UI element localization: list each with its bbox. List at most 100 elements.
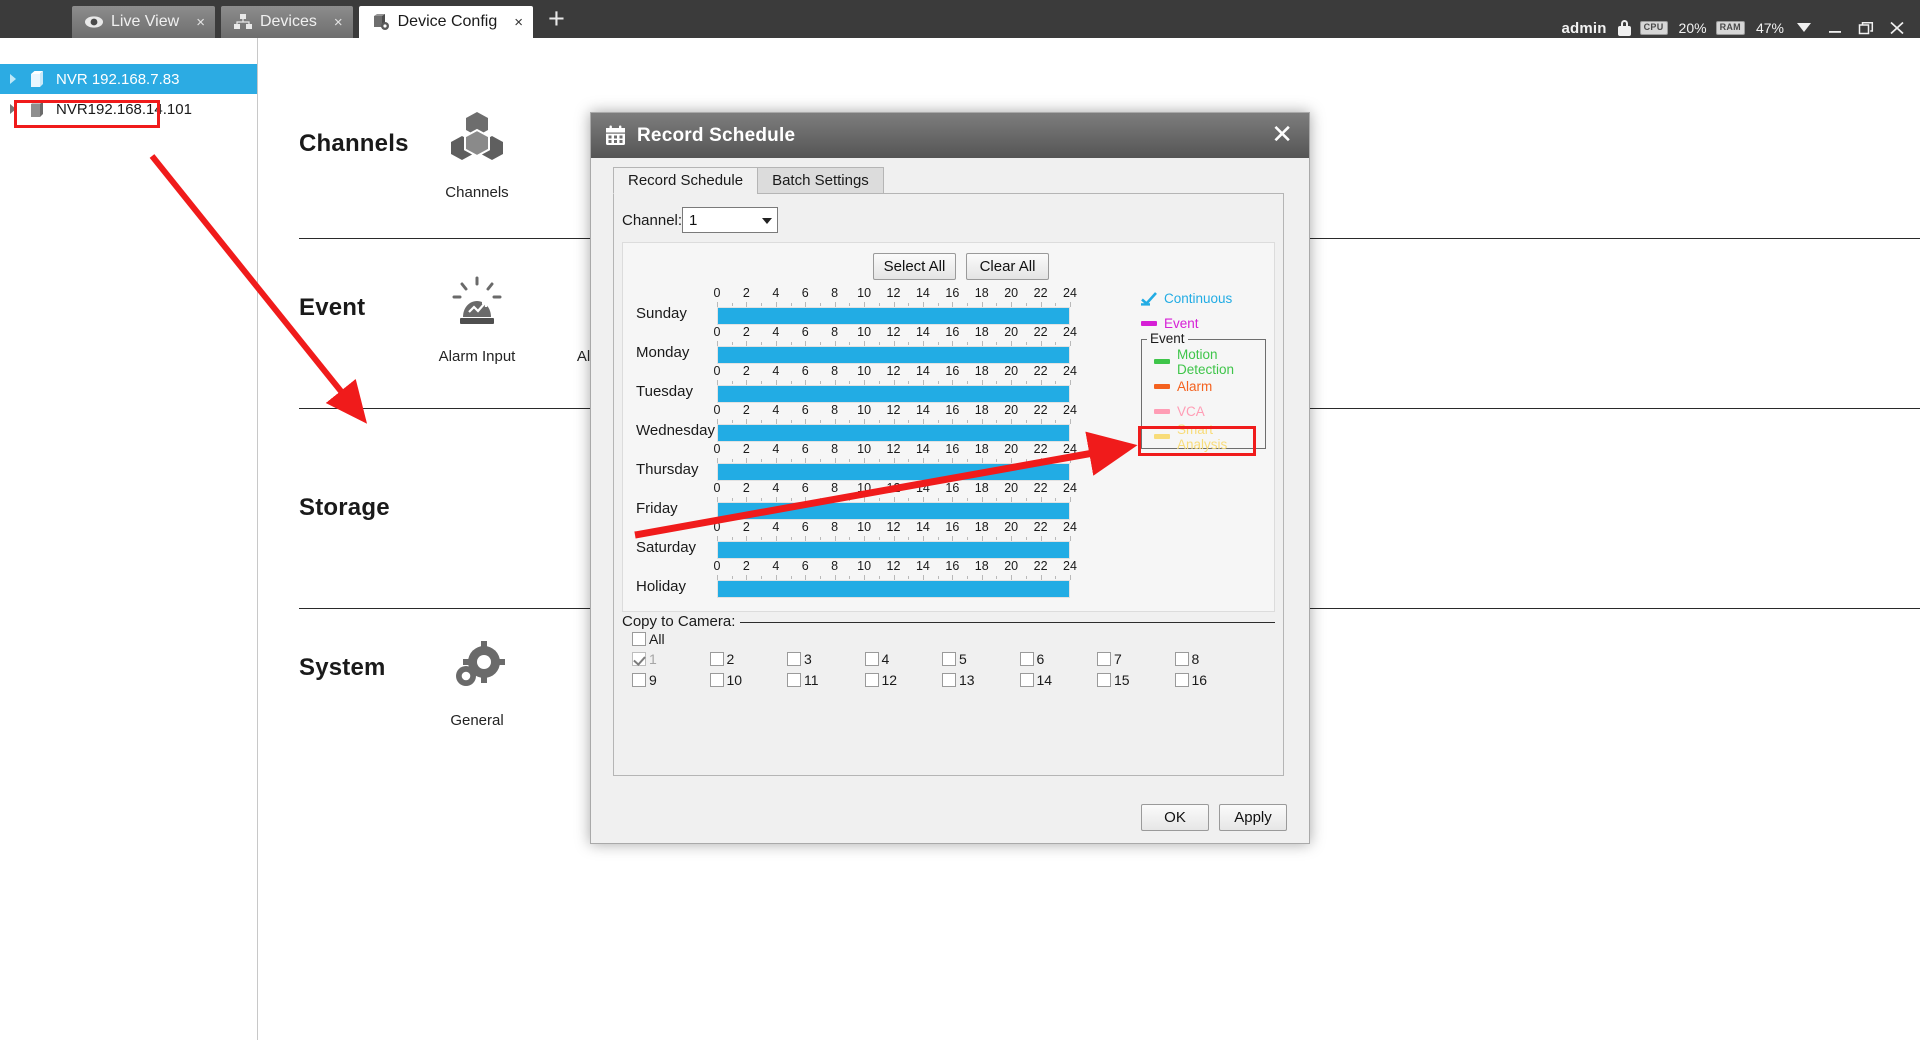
apply-button[interactable]: Apply xyxy=(1219,804,1287,831)
legend-swatch xyxy=(1141,321,1157,326)
checkbox-camera-14[interactable]: 14 xyxy=(1019,672,1098,688)
tab-close-icon[interactable]: × xyxy=(324,14,343,31)
axis-tick-label: 4 xyxy=(772,286,780,300)
axis-tick-label: 6 xyxy=(801,403,809,417)
checkbox-camera-11[interactable]: 11 xyxy=(787,672,865,688)
legend-label: Motion Detection xyxy=(1177,346,1235,377)
tab-close-icon[interactable]: × xyxy=(504,14,523,31)
axis-tick-label: 2 xyxy=(742,325,750,339)
schedule-bar[interactable] xyxy=(717,307,1070,325)
checkbox-camera-5[interactable]: 5 xyxy=(942,651,1020,667)
axis-tick-label: 2 xyxy=(742,286,750,300)
checkbox-camera-8[interactable]: 8 xyxy=(1174,651,1253,667)
checkbox-camera-6[interactable]: 6 xyxy=(1019,651,1098,667)
schedule-bar-fill xyxy=(718,386,1069,402)
checkbox-camera-3[interactable]: 3 xyxy=(787,651,865,667)
schedule-bar[interactable] xyxy=(717,385,1070,403)
axis-tick-label: 14 xyxy=(915,286,930,300)
schedule-day-label: Tuesday xyxy=(636,383,693,400)
checkbox-camera-2[interactable]: 2 xyxy=(709,651,788,667)
restore-icon[interactable] xyxy=(1855,17,1877,39)
axis-tick-label: 8 xyxy=(831,442,839,456)
caret-down-icon[interactable] xyxy=(1793,17,1815,39)
axis-tick-label: 8 xyxy=(831,481,839,495)
axis-tick-label: 0 xyxy=(713,442,721,456)
checkbox-box xyxy=(632,673,646,687)
checkbox-camera-9[interactable]: 9 xyxy=(632,672,710,688)
schedule-row[interactable]: Friday 0 2 4 6 8 10 12 14 16 18 20 22 24 xyxy=(636,481,1126,520)
axis-tick-label: 0 xyxy=(713,286,721,300)
legend-continuous: Continuous xyxy=(1141,286,1266,311)
axis-tick-label: 2 xyxy=(742,364,750,378)
checkbox-label: 9 xyxy=(649,672,657,688)
schedule-row[interactable]: Saturday 0 2 4 6 8 10 12 14 16 18 20 22 24 xyxy=(636,520,1126,559)
axis-tick-label: 10 xyxy=(857,481,872,495)
checkbox-box xyxy=(632,652,646,666)
schedule-bar[interactable] xyxy=(717,541,1070,559)
close-icon[interactable] xyxy=(1886,17,1908,39)
continuous-check-icon xyxy=(1141,291,1157,306)
checkbox-camera-7[interactable]: 7 xyxy=(1097,651,1175,667)
config-item-channels[interactable]: Channels xyxy=(405,102,549,201)
checkbox-all[interactable]: All xyxy=(632,631,665,647)
ok-button[interactable]: OK xyxy=(1141,804,1209,831)
tab-devices[interactable]: Devices × xyxy=(220,6,353,38)
axis-tick-label: 16 xyxy=(945,286,960,300)
checkbox-camera-4[interactable]: 4 xyxy=(864,651,943,667)
schedule-row[interactable]: Wednesday 0 2 4 6 8 10 12 14 16 18 20 22 24 xyxy=(636,403,1126,442)
checkbox-camera-10[interactable]: 10 xyxy=(709,672,788,688)
axis-tick-label: 12 xyxy=(886,481,901,495)
checkbox-label: 1 xyxy=(649,651,657,667)
select-all-button[interactable]: Select All xyxy=(873,253,956,280)
axis-tick-label: 14 xyxy=(915,403,930,417)
channel-select-value: 1 xyxy=(689,211,698,229)
schedule-bar[interactable] xyxy=(717,502,1070,520)
schedule-day-label: Holiday xyxy=(636,578,687,595)
schedule-day-label: Friday xyxy=(636,500,678,517)
checkbox-camera-16[interactable]: 16 xyxy=(1174,672,1253,688)
dialog-tabs: Record Schedule Batch Settings xyxy=(613,167,884,194)
schedule-row[interactable]: Holiday 0 2 4 6 8 10 12 14 16 18 20 22 24 xyxy=(636,559,1126,598)
new-tab-button[interactable]: + xyxy=(548,5,565,34)
tab-live-view[interactable]: Live View × xyxy=(72,6,215,38)
tab-close-icon[interactable]: × xyxy=(186,14,205,31)
lock-icon[interactable] xyxy=(1617,20,1631,36)
tab-device-config[interactable]: Device Config × xyxy=(358,6,533,38)
legend-label: Event xyxy=(1164,316,1199,331)
sidebar-item-nvr-192-168-7-83[interactable]: NVR 192.168.7.83 xyxy=(0,64,257,94)
tab-batch-settings[interactable]: Batch Settings xyxy=(757,167,884,194)
schedule-row[interactable]: Tuesday 0 2 4 6 8 10 12 14 16 18 20 22 24 xyxy=(636,364,1126,403)
record-schedule-dialog: Record Schedule ✕ Record Schedule Batch … xyxy=(590,112,1310,844)
checkbox-camera-13[interactable]: 13 xyxy=(942,672,1020,688)
checkbox-label: 13 xyxy=(959,672,975,688)
schedule-row[interactable]: Monday 0 2 4 6 8 10 12 14 16 18 20 22 24 xyxy=(636,325,1126,364)
schedule-bar[interactable] xyxy=(717,424,1070,442)
tab-record-schedule[interactable]: Record Schedule xyxy=(613,167,759,194)
schedule-axis: 0 2 4 6 8 10 12 14 16 18 20 22 24 xyxy=(714,403,1077,419)
ram-chip-icon: RAM xyxy=(1715,21,1745,35)
expand-chevron-icon[interactable] xyxy=(8,73,20,85)
channel-select[interactable]: 1 xyxy=(682,207,779,233)
checkbox-camera-15[interactable]: 15 xyxy=(1097,672,1175,688)
schedule-axis: 0 2 4 6 8 10 12 14 16 18 20 22 24 xyxy=(713,286,1077,302)
checkbox-camera-12[interactable]: 12 xyxy=(864,672,943,688)
axis-tick-label: 24 xyxy=(1063,325,1077,339)
axis-tick-label: 0 xyxy=(713,520,721,534)
schedule-bar[interactable] xyxy=(717,463,1070,481)
axis-tick-label: 22 xyxy=(1033,325,1048,339)
schedule-bar[interactable] xyxy=(717,580,1070,598)
schedule-bar[interactable] xyxy=(717,346,1070,364)
checkbox-box xyxy=(709,673,724,687)
schedule-bar-fill xyxy=(718,464,1069,480)
axis-tick-label: 2 xyxy=(742,559,750,573)
config-item-general[interactable]: General xyxy=(405,630,549,729)
schedule-row[interactable]: Sunday 0 2 4 6 8 10 12 14 16 18 20 22 24 xyxy=(636,286,1126,325)
config-item-label: Channels xyxy=(445,184,509,201)
config-item-alarm-input[interactable]: Alarm Input xyxy=(405,266,549,365)
schedule-row[interactable]: Thursday 0 2 4 6 8 10 12 14 16 18 20 22 24 xyxy=(636,442,1126,481)
expand-chevron-icon[interactable] xyxy=(8,103,20,115)
dialog-close-icon[interactable]: ✕ xyxy=(1265,121,1299,151)
minimize-icon[interactable] xyxy=(1824,17,1846,39)
clear-all-button[interactable]: Clear All xyxy=(966,253,1049,280)
sidebar-item-nvr192-168-14-101[interactable]: NVR192.168.14.101 xyxy=(0,94,257,124)
